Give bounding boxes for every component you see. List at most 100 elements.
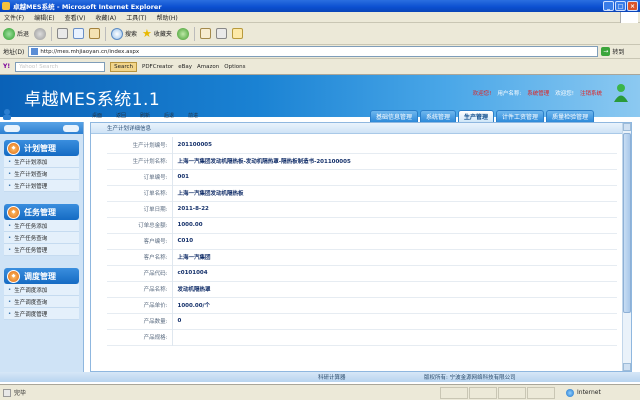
dispatch-section-icon: ◆ — [7, 269, 20, 283]
link-options[interactable]: Options — [224, 64, 245, 70]
go-button[interactable]: → 转到 — [601, 47, 624, 56]
logout-link[interactable]: 注销系统 — [580, 89, 602, 97]
search-icon — [111, 27, 124, 40]
scroll-thumb[interactable] — [623, 133, 631, 313]
sidebar-section-dispatch[interactable]: ◆ 调度管理 — [4, 268, 79, 284]
security-zone: Internet — [566, 388, 601, 397]
home-icon[interactable] — [89, 28, 101, 39]
menu-file[interactable]: 文件(F) — [4, 13, 24, 22]
detail-value — [172, 329, 617, 345]
link-pdfcreator[interactable]: PDFCreator — [142, 64, 173, 70]
minimize-button[interactable]: _ — [603, 1, 614, 11]
link-amazon[interactable]: Amazon — [197, 64, 219, 70]
folder-icon[interactable] — [231, 28, 243, 39]
print-icon[interactable] — [215, 28, 227, 39]
sidebar-expand-button[interactable] — [63, 124, 79, 132]
table-row: 产品数量: 0 — [107, 313, 617, 329]
table-row: 客户名称: 上海一汽集团 — [107, 249, 617, 265]
menu-edit[interactable]: 编辑(E) — [34, 13, 54, 22]
nav-refresh[interactable]: 刷新 — [140, 112, 150, 119]
address-input[interactable]: http://mes.mhjiaoyan.cn/index.aspx — [28, 46, 599, 57]
sidebar-item-dispatch-add[interactable]: 生产调度添加 — [4, 284, 79, 296]
status-bar: 完毕 Internet — [0, 384, 640, 400]
status-cell — [527, 387, 555, 399]
menu-favorites[interactable]: 收藏(A) — [95, 13, 116, 22]
user-icon[interactable] — [2, 108, 12, 120]
tab-quality[interactable]: 质量检验管理 — [546, 110, 595, 122]
tab-production[interactable]: 生产管理 — [458, 110, 495, 122]
sidebar-item-dispatch-manage[interactable]: 生产调度管理 — [4, 308, 79, 320]
header-info: 欢迎您! 用户名称: 系统管理 欢迎您! 注销系统 — [473, 89, 602, 97]
sidebar-item-plan-manage[interactable]: 生产计划管理 — [4, 180, 79, 192]
status-cells — [440, 387, 555, 399]
sidebar-section-plan[interactable]: ◆ 计划管理 — [4, 140, 79, 156]
address-label: 地址(D) — [3, 49, 25, 56]
sidebar-collapse-button[interactable] — [4, 124, 20, 132]
yahoo-logo-icon: Y! — [3, 63, 11, 70]
username-label: 用户名称: — [497, 91, 522, 97]
toolbar-divider — [105, 26, 107, 41]
status-text: 完毕 — [14, 390, 27, 397]
nav-previous[interactable]: 后退 — [164, 112, 174, 119]
page-icon — [31, 48, 39, 55]
menu-bar: 文件(F) 编辑(E) 查看(V) 收藏(A) 工具(T) 帮助(H) — [0, 12, 640, 23]
close-button[interactable]: × — [627, 1, 638, 11]
app-footer: 科研计算器 版权所有: 宁波金源网络科技有限公司 — [0, 372, 640, 382]
menu-view[interactable]: 查看(V) — [65, 13, 86, 22]
sidebar-top — [0, 122, 83, 134]
sidebar-item-task-manage[interactable]: 生产任务管理 — [4, 244, 79, 256]
sidebar-item-plan-query[interactable]: 生产计划查询 — [4, 168, 79, 180]
nav-forward[interactable]: 前进 — [188, 112, 198, 119]
detail-label: 生产计划编号: — [107, 137, 173, 153]
content-panel: 生产计划详细信息 生产计划编号: 201100005 生产计划名称: 上海一汽集团发动… — [90, 122, 632, 372]
menu-tools[interactable]: 工具(T) — [126, 13, 146, 22]
address-bar: 地址(D) http://mes.mhjiaoyan.cn/index.aspx… — [0, 45, 640, 59]
favorites-button[interactable]: ★ 收藏夹 — [142, 28, 172, 39]
table-row: 客户编号: C010 — [107, 233, 617, 249]
yahoo-search-button[interactable]: Search — [110, 61, 137, 72]
nav-desktop[interactable]: 桌面 — [92, 112, 102, 119]
window-titlebar: 卓越MES系统 - Microsoft Internet Explorer _ … — [0, 0, 640, 12]
favorites-label: 收藏夹 — [153, 31, 172, 38]
detail-label: 客户编号: — [107, 233, 173, 249]
detail-label: 产品代码: — [107, 265, 173, 281]
content-title: 生产计划详细信息 — [91, 123, 631, 134]
detail-value: 0 — [177, 318, 182, 324]
tab-system[interactable]: 系统管理 — [420, 110, 457, 122]
refresh-icon[interactable] — [73, 28, 85, 39]
yahoo-search-input[interactable]: Yahoo! Search — [15, 61, 106, 72]
main-tabs: 基础信息管理 系统管理 生产管理 计件工资管理 质量检验管理 — [370, 110, 595, 122]
link-ebay[interactable]: eBay — [178, 64, 192, 70]
mail-icon[interactable] — [199, 28, 211, 39]
detail-value: c0101004 — [177, 270, 208, 276]
table-row: 产品单价: 1000.00/个 — [107, 297, 617, 313]
footer-calculator-link[interactable]: 科研计算器 — [318, 373, 346, 381]
address-value: http://mes.mhjiaoyan.cn/index.aspx — [40, 48, 140, 55]
history-icon[interactable] — [176, 27, 189, 40]
detail-label: 订单总金额: — [107, 217, 173, 233]
scroll-up-button[interactable] — [623, 123, 631, 131]
tab-basic-info[interactable]: 基础信息管理 — [370, 110, 419, 122]
tab-piece-wage[interactable]: 计件工资管理 — [496, 110, 545, 122]
page-done-icon — [3, 388, 11, 397]
sidebar-item-dispatch-query[interactable]: 生产调度查询 — [4, 296, 79, 308]
sidebar-item-task-add[interactable]: 生产任务添加 — [4, 220, 79, 232]
scroll-down-button[interactable] — [623, 363, 631, 371]
detail-value: 001 — [177, 174, 189, 180]
search-button[interactable]: 搜索 — [111, 27, 137, 40]
forward-arrow-icon[interactable] — [34, 27, 47, 40]
nav-back[interactable]: 返回 — [116, 112, 126, 119]
sidebar-item-plan-add[interactable]: 生产计划添加 — [4, 156, 79, 168]
stop-icon[interactable] — [57, 28, 69, 39]
sidebar-item-task-query[interactable]: 生产任务查询 — [4, 232, 79, 244]
content-scrollbar[interactable] — [622, 123, 631, 371]
sidebar-section-task[interactable]: ◆ 任务管理 — [4, 204, 79, 220]
maximize-button[interactable]: □ — [615, 1, 626, 11]
detail-value: 2011-8-22 — [177, 206, 209, 212]
sidebar: ◆ 计划管理 生产计划添加 生产计划查询 生产计划管理 ◆ 任务管理 生产任务添… — [0, 122, 84, 380]
menu-help[interactable]: 帮助(H) — [157, 13, 178, 22]
back-arrow-icon — [3, 27, 15, 40]
table-row: 产品规格: — [107, 329, 617, 345]
status-cell — [469, 387, 497, 399]
back-button[interactable]: 后退 — [3, 27, 29, 40]
